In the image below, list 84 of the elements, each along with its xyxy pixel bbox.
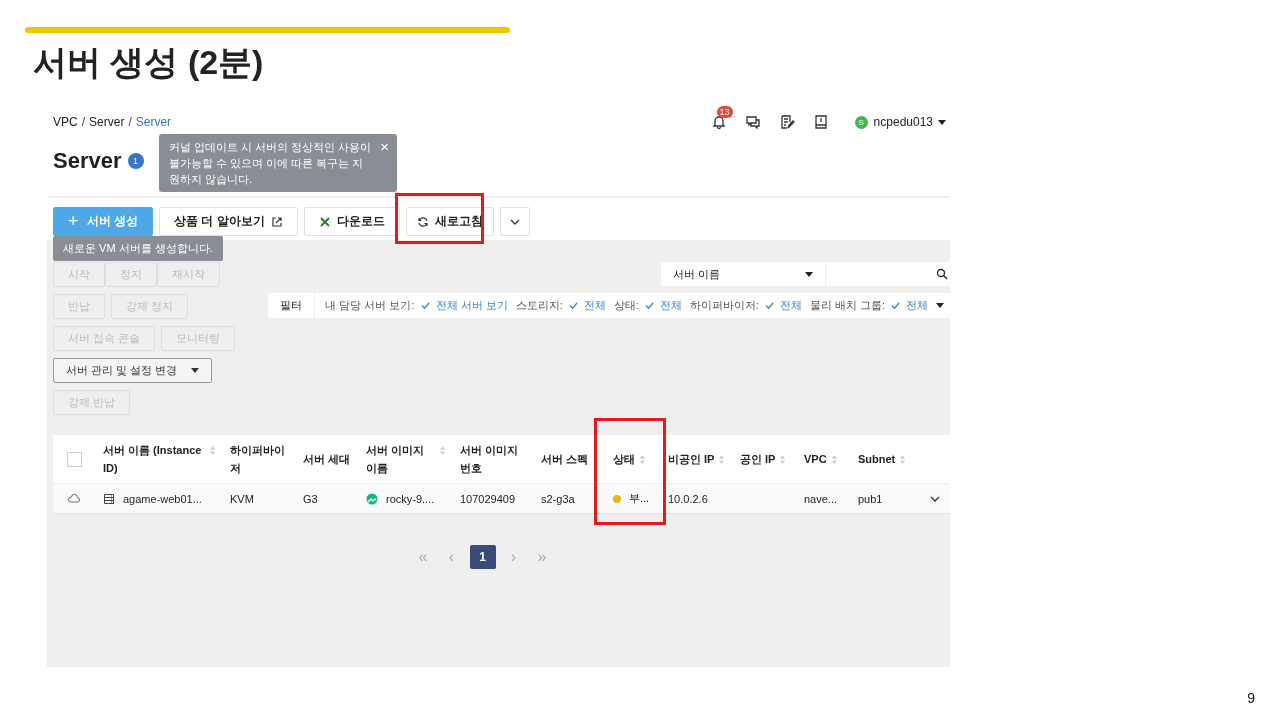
create-server-button[interactable]: + 서버 생성 xyxy=(53,207,153,236)
table-cell: 부... xyxy=(629,491,650,506)
column-header[interactable]: 서버 이미지 번호 xyxy=(460,441,527,477)
info-badge[interactable]: 1 xyxy=(127,153,144,169)
page-title: Server xyxy=(53,148,122,174)
sort-icon[interactable] xyxy=(718,454,726,465)
column-header[interactable]: 하이퍼바이저 xyxy=(230,441,289,477)
sort-icon[interactable] xyxy=(830,454,838,465)
sort-icon[interactable] xyxy=(439,445,446,456)
search-icon[interactable] xyxy=(936,268,948,280)
refresh-icon xyxy=(416,215,429,228)
check-icon xyxy=(643,300,655,311)
filter-label: 필터 xyxy=(268,293,316,318)
breadcrumb-separator: / xyxy=(128,115,132,129)
caret-icon[interactable] xyxy=(936,303,944,308)
breadcrumb-link[interactable]: Server xyxy=(89,115,125,129)
bell-icon[interactable] xyxy=(710,114,727,130)
table-cell: rocky-9.... xyxy=(386,492,435,505)
column-header[interactable]: 공인 IP xyxy=(740,450,776,468)
check-icon xyxy=(890,300,901,311)
user-avatar: S xyxy=(854,115,868,129)
more-dropdown-button[interactable] xyxy=(499,207,530,236)
column-header[interactable]: 서버 스펙 xyxy=(541,450,589,468)
check-icon xyxy=(763,300,775,311)
tooltip-text: 커널 업데이트 시 서버의 정상적인 사용이 불가능할 수 있으며 이에 따른 복구는 지원하지 않습니다. xyxy=(169,140,373,187)
column-header[interactable]: 상태 xyxy=(613,450,635,468)
check-icon xyxy=(419,300,431,311)
sort-icon[interactable] xyxy=(639,454,646,465)
sort-icon[interactable] xyxy=(779,454,787,465)
filter-value[interactable]: 전체 xyxy=(583,298,606,313)
download-button[interactable]: 다운로드 xyxy=(303,207,400,236)
table-cell: 107029409 xyxy=(460,492,516,505)
pagination-button[interactable]: 1 xyxy=(469,545,496,569)
check-icon xyxy=(567,300,579,311)
column-header[interactable]: VPC xyxy=(804,450,827,468)
sort-icon[interactable] xyxy=(209,445,216,456)
breadcrumb-separator: / xyxy=(81,115,86,129)
notification-badge: 13 xyxy=(716,106,733,118)
action-button[interactable]: 서버 관리 및 설정 변경 xyxy=(53,358,213,383)
document-edit-icon[interactable] xyxy=(778,114,795,130)
table-cell: 10.0.2.6 xyxy=(668,492,708,505)
page-number: 9 xyxy=(1247,690,1255,706)
server-icon xyxy=(103,492,115,505)
breadcrumb-link[interactable]: VPC xyxy=(53,115,78,129)
column-header[interactable]: 비공인 IP xyxy=(668,450,715,468)
slide-title: 서버 생성 (2분) xyxy=(33,42,264,83)
sort-icon[interactable] xyxy=(899,454,907,465)
table-cell: pub1 xyxy=(858,492,883,505)
column-header[interactable]: 서버 세대 xyxy=(303,450,351,468)
excel-icon xyxy=(318,215,331,228)
create-tooltip: 새로운 VM 서버를 생성합니다. xyxy=(53,236,223,261)
book-icon[interactable] xyxy=(812,114,829,130)
table-cell: KVM xyxy=(230,492,254,505)
table-cell: s2-g3a xyxy=(541,492,575,505)
table-cell: agame-web01... xyxy=(123,492,202,505)
filter-value[interactable]: 전체 서버 보기 xyxy=(435,298,508,313)
column-header[interactable]: 서버 이미지 이름 xyxy=(366,441,435,477)
breadcrumb-link[interactable]: Server xyxy=(135,115,172,129)
column-header[interactable]: Subnet xyxy=(858,450,896,468)
select-all-checkbox[interactable] xyxy=(66,451,82,467)
search-field[interactable] xyxy=(826,262,950,286)
filter-name: 내 담당 서버 보기: xyxy=(325,298,415,313)
column-header[interactable]: 서버 이름 (Instance ID) xyxy=(103,441,205,477)
user-menu[interactable]: ncpedu013 xyxy=(873,115,933,129)
caret-icon[interactable] xyxy=(938,119,946,125)
filter-name: 물리 배치 그룹: xyxy=(809,298,885,313)
os-logo-icon xyxy=(366,492,378,505)
filter-name: 하이퍼바이저: xyxy=(689,298,759,313)
table-cell: nave... xyxy=(804,492,838,505)
filter-value[interactable]: 전체 xyxy=(659,298,682,313)
chat-icon[interactable] xyxy=(744,114,761,130)
filter-value[interactable]: 전체 xyxy=(906,298,928,313)
refresh-button[interactable]: 새로고침 xyxy=(405,207,494,236)
caret-icon xyxy=(805,271,813,277)
table-cell: G3 xyxy=(303,492,318,505)
external-link-icon xyxy=(270,215,283,228)
filter-name: 스토리지: xyxy=(515,298,563,313)
cloud-icon[interactable] xyxy=(67,493,81,504)
search-field-select[interactable]: 서버 이름 xyxy=(661,262,826,286)
close-icon[interactable]: × xyxy=(380,139,389,187)
caret-icon xyxy=(191,368,200,373)
learn-more-button[interactable]: 상품 더 알아보기 xyxy=(158,207,298,236)
filter-value[interactable]: 전체 xyxy=(779,298,802,313)
filter-name: 상태: xyxy=(613,298,639,313)
